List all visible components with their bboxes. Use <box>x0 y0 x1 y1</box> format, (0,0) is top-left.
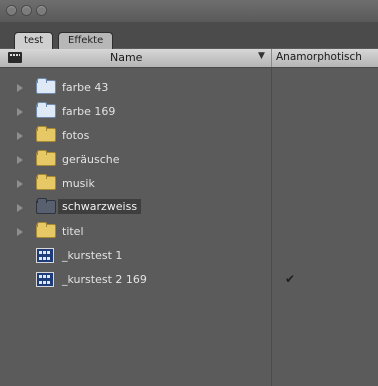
disclosure-triangle-icon[interactable] <box>17 156 23 164</box>
list-item-label: _kurstest 1 <box>62 249 123 262</box>
list-item-label: fotos <box>62 129 90 142</box>
disclosure-triangle-icon[interactable] <box>17 204 23 212</box>
column-header-anamorphic[interactable]: Anamorphotisch <box>276 51 362 63</box>
clapper-icon <box>8 52 22 63</box>
disclosure-triangle-icon[interactable] <box>17 132 23 140</box>
list-item[interactable]: _kurstest 1 <box>0 244 271 268</box>
window-titlebar <box>0 0 378 22</box>
close-window-button[interactable] <box>7 6 16 15</box>
sequence-icon <box>36 272 54 287</box>
tab-test[interactable]: test <box>14 32 54 49</box>
list-item[interactable]: schwarzweiss <box>0 196 271 220</box>
column-header-bar: Name ▼ Anamorphotisch <box>0 49 378 68</box>
list-item-label: farbe 43 <box>62 81 109 94</box>
list-item-label: titel <box>62 225 84 238</box>
minimize-window-button[interactable] <box>22 6 31 15</box>
column-divider-line <box>271 67 272 386</box>
folder-icon <box>36 222 56 238</box>
list-item[interactable]: _kurstest 2 169 <box>0 268 271 292</box>
zoom-window-button[interactable] <box>37 6 46 15</box>
disclosure-triangle-icon[interactable] <box>17 228 23 236</box>
list-item-label: schwarzweiss <box>58 199 142 214</box>
disclosure-triangle-icon[interactable] <box>17 180 23 188</box>
sequence-icon <box>36 248 54 263</box>
folder-icon <box>36 126 56 142</box>
list-item-label: farbe 169 <box>62 105 116 118</box>
sort-arrow-down-icon[interactable]: ▼ <box>258 51 265 61</box>
column-header-name[interactable]: Name <box>110 51 142 64</box>
anamorphic-checkmark-icon: ✔ <box>285 272 296 286</box>
list-item[interactable]: titel <box>0 220 271 244</box>
list-item-label: musik <box>62 177 95 190</box>
list-item[interactable]: farbe 43 <box>0 76 271 100</box>
folder-blue-icon <box>36 102 56 118</box>
folder-blue-icon <box>36 78 56 94</box>
list-item-label: _kurstest 2 169 <box>62 273 147 286</box>
folder-dark-icon <box>36 198 56 214</box>
list-item[interactable]: musik <box>0 172 271 196</box>
folder-icon <box>36 150 56 166</box>
list-item-label: geräusche <box>62 153 120 166</box>
list-item[interactable]: farbe 169 <box>0 100 271 124</box>
disclosure-triangle-icon[interactable] <box>17 108 23 116</box>
tab-effekte[interactable]: Effekte <box>58 32 114 49</box>
tab-bar: test Effekte <box>0 22 378 49</box>
list-item[interactable]: geräusche <box>0 148 271 172</box>
disclosure-triangle-icon[interactable] <box>17 84 23 92</box>
folder-icon <box>36 174 56 190</box>
column-divider[interactable] <box>271 49 272 67</box>
list-item[interactable]: fotos <box>0 124 271 148</box>
